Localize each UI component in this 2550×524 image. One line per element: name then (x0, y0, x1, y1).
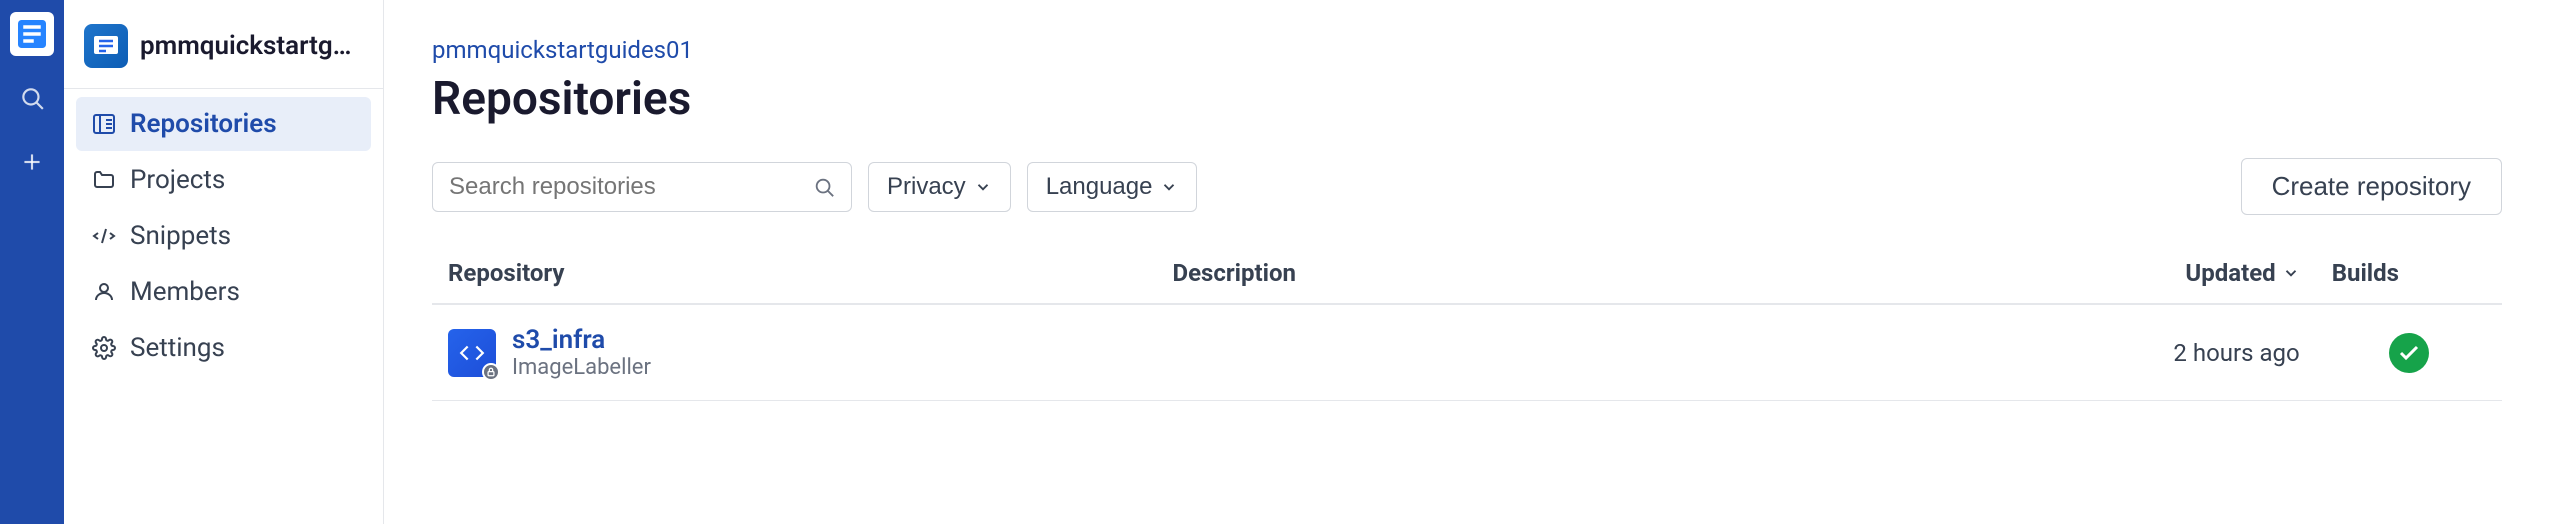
bitbucket-logo[interactable] (10, 12, 54, 56)
search-box[interactable] (432, 162, 852, 212)
chevron-down-icon (1160, 178, 1178, 196)
org-avatar (84, 24, 128, 68)
toolbar: Privacy Language Create repository (432, 158, 2502, 215)
sidebar-item-label: Repositories (130, 109, 277, 139)
search-input[interactable] (449, 173, 803, 201)
sidebar-item-repositories[interactable]: Repositories (76, 97, 371, 151)
sidebar-item-members[interactable]: Members (76, 265, 371, 319)
col-header-builds: Builds (2316, 247, 2502, 304)
repo-name-cell: s3_infra ImageLabeller (448, 325, 1141, 380)
sort-desc-icon (2282, 264, 2300, 282)
repo-subname: ImageLabeller (512, 355, 651, 380)
sidebar-item-snippets[interactable]: Snippets (76, 209, 371, 263)
create-icon[interactable] (10, 140, 54, 184)
page-title: Repositories (432, 72, 2502, 126)
sidebar-item-label: Settings (130, 333, 225, 363)
sidebar-item-label: Projects (130, 165, 225, 195)
repo-avatar (448, 329, 496, 377)
sidebar-item-label: Snippets (130, 221, 231, 251)
table-row: s3_infra ImageLabeller 2 hours ago (432, 304, 2502, 401)
repo-description (1157, 304, 1985, 401)
col-header-repository: Repository (432, 247, 1157, 304)
repo-builds (2316, 304, 2502, 401)
repo-name-link[interactable]: s3_infra (512, 325, 651, 355)
privacy-filter-label: Privacy (887, 173, 966, 201)
search-icon[interactable] (10, 76, 54, 120)
col-header-updated[interactable]: Updated (1985, 247, 2316, 304)
org-name: pmmquickstartguid... (140, 31, 363, 61)
sidebar-item-projects[interactable]: Projects (76, 153, 371, 207)
chevron-down-icon (974, 178, 992, 196)
language-filter-label: Language (1046, 173, 1153, 201)
sidebar-item-settings[interactable]: Settings (76, 321, 371, 375)
search-icon (813, 176, 835, 198)
create-repository-button[interactable]: Create repository (2241, 158, 2502, 215)
main-content: pmmquickstartguides01 Repositories Priva… (384, 0, 2550, 524)
sidebar: pmmquickstartguid... Repositories Projec… (64, 0, 384, 524)
lock-badge (482, 363, 500, 381)
breadcrumb[interactable]: pmmquickstartguides01 (432, 36, 2502, 64)
sidebar-item-label: Members (130, 277, 240, 307)
icon-bar (0, 0, 64, 524)
privacy-filter-button[interactable]: Privacy (868, 162, 1011, 212)
repositories-table: Repository Description Updated Builds (432, 247, 2502, 401)
col-header-description: Description (1157, 247, 1985, 304)
repo-name-info: s3_infra ImageLabeller (512, 325, 651, 380)
build-success-icon[interactable] (2389, 333, 2429, 373)
sidebar-nav: Repositories Projects Snippets Members (64, 97, 383, 375)
language-filter-button[interactable]: Language (1027, 162, 1198, 212)
sidebar-org: pmmquickstartguid... (64, 16, 383, 89)
repo-updated: 2 hours ago (1985, 304, 2316, 401)
